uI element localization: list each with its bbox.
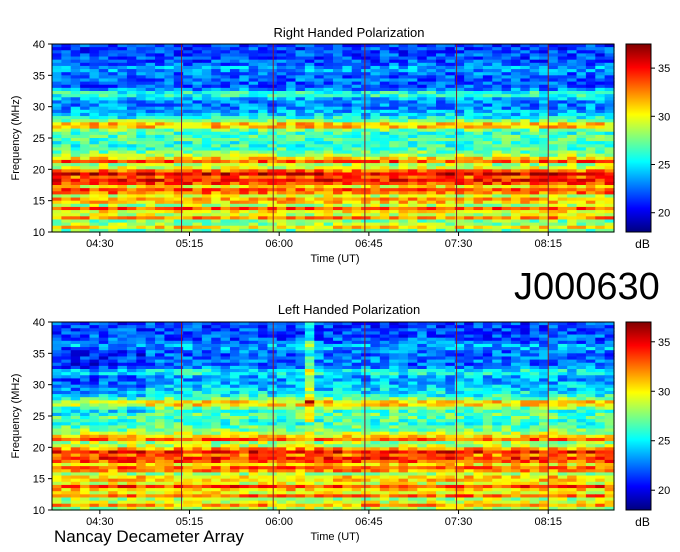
left-polarization-panel: Left Handed Polarization1015202530354004… — [10, 302, 670, 543]
y-tick-label: 30 — [33, 102, 45, 114]
y-axis-label: Frequency (MHz) — [10, 96, 22, 181]
x-tick-label: 06:45 — [355, 238, 383, 250]
y-tick-label: 15 — [33, 196, 45, 208]
colorbar — [625, 43, 652, 233]
y-tick-label: 25 — [33, 133, 45, 145]
colorbar-tick-label: 20 — [658, 208, 670, 220]
right-polarization-panel: Right Handed Polarization 10 15 20 25 30 35 40 0… — [10, 25, 670, 265]
x-axis-label: Time (UT) — [310, 253, 359, 265]
colorbar-label: dB — [635, 237, 650, 251]
colorbar-tick-label: 35 — [658, 63, 670, 75]
chart-title: Right Handed Polarization — [273, 25, 424, 40]
x-tick-label: 08:15 — [534, 238, 562, 250]
colorbar-tick-label: 25 — [658, 160, 670, 172]
heatmap-cells — [52, 322, 615, 511]
x-tick-label: 04:30 — [86, 238, 114, 250]
y-tick-label: 10 — [33, 227, 45, 239]
y-tick-label: 20 — [33, 164, 45, 176]
x-tick-label: 06:00 — [265, 238, 293, 250]
x-tick-label: 05:15 — [176, 238, 204, 250]
y-tick-label: 40 — [33, 39, 45, 51]
y-tick-label: 35 — [33, 70, 45, 82]
heatmap-cells — [52, 44, 615, 233]
x-tick-label: 07:30 — [445, 238, 473, 250]
colorbar-tick-label: 30 — [658, 111, 670, 123]
